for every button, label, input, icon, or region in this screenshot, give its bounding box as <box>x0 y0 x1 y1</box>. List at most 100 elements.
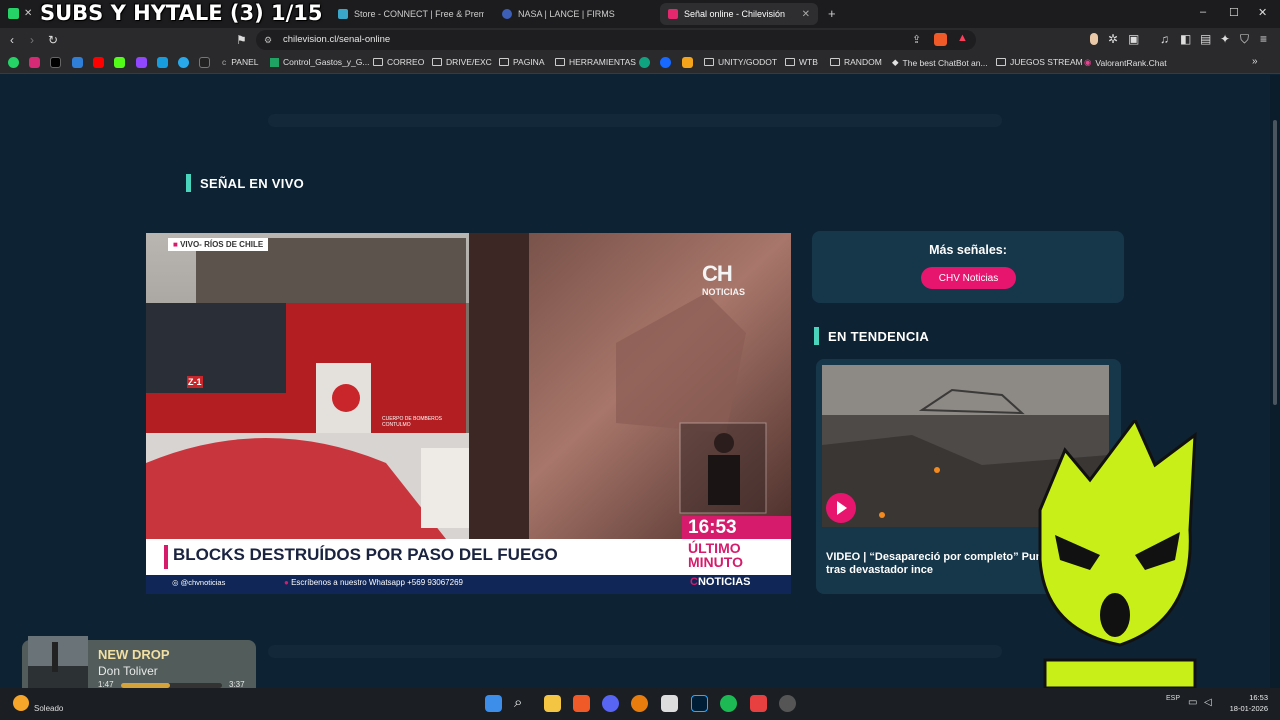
media-icon[interactable]: ♫ <box>1160 32 1169 46</box>
bookmark-chatbot[interactable]: ◆ The best ChatBot an... <box>892 57 988 68</box>
tab-store-connect[interactable]: Store - CONNECT | Free & Premium <box>330 3 492 25</box>
kick-bookmark-icon[interactable] <box>114 57 125 68</box>
tab-label: Store - CONNECT | Free & Premium <box>354 9 484 19</box>
back-icon[interactable]: ‹ <box>10 33 14 47</box>
sidebar-icon[interactable]: ◧ <box>1180 32 1191 46</box>
close-tab-icon[interactable]: ✕ <box>802 9 810 20</box>
obs-icon[interactable] <box>779 695 796 712</box>
blender-icon[interactable] <box>631 695 648 712</box>
forward-icon[interactable]: › <box>30 33 34 47</box>
tab-senal-online[interactable]: Señal online - Chilevisión ✕ <box>660 3 818 25</box>
reload-icon[interactable]: ↻ <box>48 33 58 47</box>
bookmark-correo[interactable]: CORREO <box>373 57 424 67</box>
bookmark-drive-exc[interactable]: DRIVE/EXC <box>432 57 492 67</box>
mute-icon[interactable]: ✕ <box>24 8 32 19</box>
folder-icon <box>704 58 714 66</box>
new-tab-button[interactable]: + <box>828 6 836 21</box>
folder-icon <box>373 58 383 66</box>
notion-icon[interactable] <box>661 695 678 712</box>
bandcamp-icon[interactable] <box>682 57 693 68</box>
share-icon[interactable]: ⇪ <box>912 33 921 46</box>
folder-icon <box>830 58 840 66</box>
bookmark-random[interactable]: RANDOM <box>830 57 882 67</box>
brave-rewards-icon[interactable]: ▲ <box>957 32 968 44</box>
bookmark-label: Control_Gastos_y_G... <box>283 57 370 67</box>
bookmark-herramientas[interactable]: HERRAMIENTAS <box>555 57 636 67</box>
bookmark-label: HERRAMIENTAS <box>569 57 636 67</box>
minuto-label: MINUTO <box>688 554 743 570</box>
clock-date[interactable]: 18-01-2026 <box>1222 704 1268 713</box>
kick-icon[interactable] <box>8 8 19 19</box>
telegram-icon[interactable] <box>178 57 189 68</box>
site-settings-icon[interactable]: ⚙ <box>264 35 272 46</box>
behance-icon[interactable] <box>660 57 671 68</box>
weather-text[interactable]: Soleado <box>34 704 63 713</box>
scrollbar-thumb[interactable] <box>1273 120 1277 405</box>
brave-icon[interactable] <box>573 695 590 712</box>
folder-icon <box>555 58 565 66</box>
valorant-icon: ◉ <box>1084 57 1092 67</box>
vpn-shield-icon[interactable]: ⛉ <box>1240 32 1249 47</box>
x-icon[interactable] <box>50 57 61 68</box>
tab-label: NASA | LANCE | FIRMS <box>518 9 615 19</box>
volume-icon[interactable]: ◁ <box>1204 697 1212 708</box>
music-artist: Don Toliver <box>98 664 158 678</box>
bookmark-icon[interactable]: ⚑ <box>236 33 247 47</box>
play-button[interactable] <box>826 493 856 523</box>
whatsapp-icon[interactable] <box>8 57 19 68</box>
live-tag-text: VIVO- RÍOS DE CHILE <box>180 240 264 249</box>
brand-footer: CNOTICIAS <box>690 576 751 588</box>
bookmark-control-gastos[interactable]: Control_Gastos_y_G... <box>270 57 369 67</box>
screenshot-icon[interactable]: ▣ <box>1128 32 1139 46</box>
live-section-title: SEÑAL EN VIVO <box>200 176 305 191</box>
tab-nasa-firms[interactable]: NASA | LANCE | FIRMS <box>494 3 654 25</box>
paypal-icon[interactable] <box>157 57 168 68</box>
extension-icon[interactable] <box>1090 33 1098 45</box>
bookmark-juegos-stream[interactable]: JUEGOS STREAM <box>996 57 1083 67</box>
twitch-icon[interactable] <box>136 57 147 68</box>
network-icon[interactable]: ▭ <box>1188 697 1197 708</box>
section-accent <box>814 327 819 345</box>
bookmark-pagina[interactable]: PAGINA <box>499 57 545 67</box>
gmail-icon[interactable] <box>199 57 210 68</box>
minimize-button[interactable]: – <box>1200 6 1206 18</box>
live-video-player[interactable]: ■ VIVO- RÍOS DE CHILE CH NOTICIAS Z-1 CU… <box>146 233 791 594</box>
bookmark-unity-godot[interactable]: UNITY/GODOT <box>704 57 777 67</box>
youtube-icon[interactable] <box>93 57 104 68</box>
clock-time[interactable]: 16:53 <box>1240 693 1268 702</box>
instagram-icon[interactable] <box>29 57 40 68</box>
chatbot-icon: ◆ <box>892 57 899 67</box>
start-icon[interactable] <box>485 695 502 712</box>
wallet-icon[interactable]: ▤ <box>1200 32 1211 46</box>
language-indicator[interactable]: ESP <box>1166 695 1180 702</box>
whatsapp-banner: ● Escríbenos a nuestro Whatsapp +569 930… <box>284 578 463 587</box>
valorant-taskbar-icon[interactable] <box>750 695 767 712</box>
menu-icon[interactable]: ≡ <box>1260 32 1267 46</box>
more-bookmarks-icon[interactable]: » <box>1252 56 1258 67</box>
bookmark-label: WTB <box>799 57 818 67</box>
maximize-button[interactable]: ☐ <box>1229 6 1239 19</box>
truck-unit: Z-1 <box>187 376 203 388</box>
brave-shields-icon[interactable] <box>934 33 947 46</box>
section-accent <box>186 174 191 192</box>
bookmark-valorantrank[interactable]: ◉ ValorantRank.Chat <box>1084 57 1167 68</box>
chatgpt-icon[interactable] <box>639 57 650 68</box>
weather-sun-icon[interactable] <box>13 695 29 711</box>
mail-icon[interactable] <box>72 57 83 68</box>
album-art <box>28 636 88 693</box>
bookmark-wtb[interactable]: WTB <box>785 57 818 67</box>
chv-noticias-button[interactable]: CHV Noticias <box>921 267 1016 289</box>
trending-section-title: EN TENDENCIA <box>828 329 930 344</box>
url-text[interactable]: chilevision.cl/senal-online <box>283 34 390 45</box>
file-explorer-icon[interactable] <box>544 695 561 712</box>
search-icon[interactable]: ⌕ <box>514 694 522 711</box>
extensions-icon[interactable]: ✲ <box>1108 32 1118 46</box>
leo-ai-icon[interactable]: ✦ <box>1220 32 1230 46</box>
spotify-icon[interactable] <box>720 695 737 712</box>
discord-icon[interactable] <box>602 695 619 712</box>
live-tag: ■ VIVO- RÍOS DE CHILE <box>168 238 269 251</box>
photoshop-icon[interactable] <box>691 695 708 712</box>
close-window-button[interactable]: ✕ <box>1258 6 1267 19</box>
whatsapp-text: Escríbenos a nuestro Whatsapp +569 93067… <box>291 578 463 587</box>
bookmark-panel[interactable]: c PANEL <box>222 57 259 67</box>
